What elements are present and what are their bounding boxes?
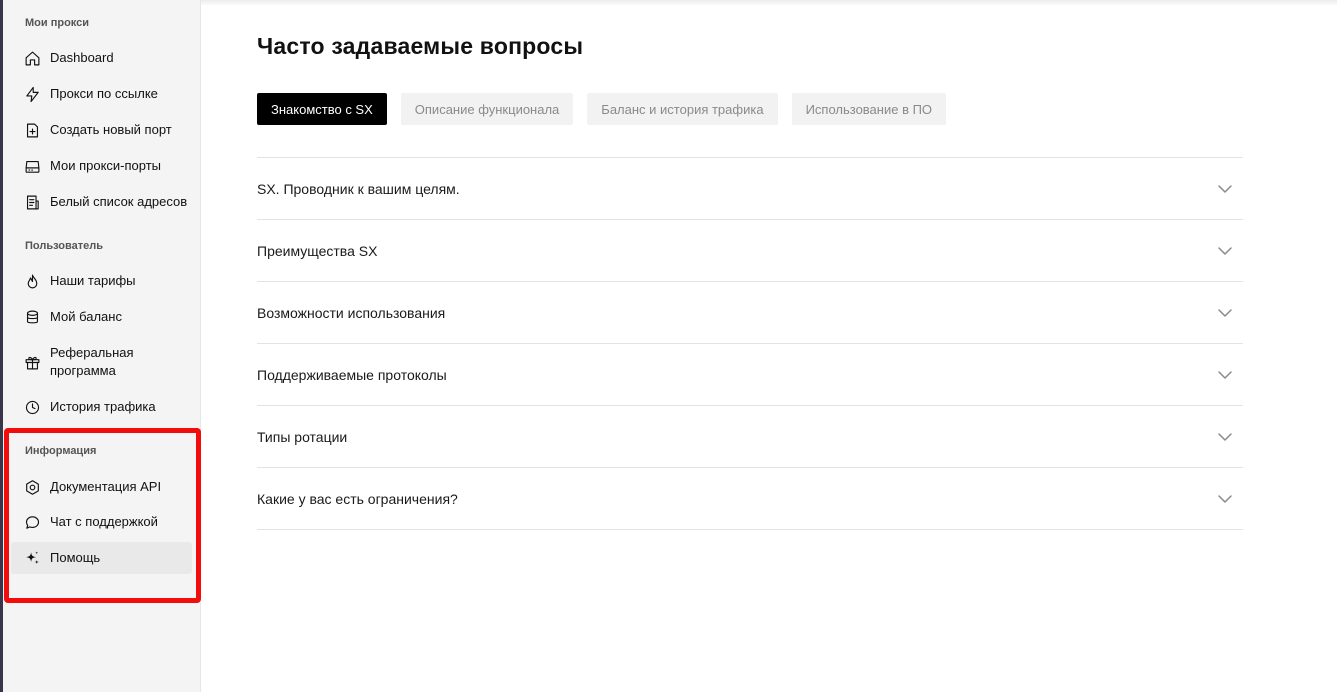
tab-software-usage[interactable]: Использование в ПО	[791, 93, 947, 125]
faq-item[interactable]: Преимущества SX	[257, 220, 1243, 282]
sidebar-item-label: Реферальная программа	[50, 345, 134, 378]
faq-question: Преимущества SX	[257, 242, 378, 259]
main-content: Часто задаваемые вопросы Знакомство с SX…	[201, 0, 1337, 692]
list-icon	[23, 193, 41, 211]
sidebar-item-label: Документация API	[50, 479, 162, 494]
database-icon	[23, 308, 41, 326]
sidebar-item-label: Чат с поддержкой	[50, 514, 158, 529]
chevron-down-icon	[1217, 181, 1233, 197]
server-icon	[23, 157, 41, 175]
tab-balance-history[interactable]: Баланс и история трафика	[587, 93, 778, 125]
faq-tabs: Знакомство с SX Описание функционала Бал…	[257, 93, 947, 125]
faq-item[interactable]: Поддерживаемые протоколы	[257, 344, 1243, 406]
sidebar-item-referral[interactable]: Реферальная программа	[11, 344, 192, 380]
tab-intro[interactable]: Знакомство с SX	[257, 93, 387, 125]
faq-question: SX. Проводник к вашим целям.	[257, 180, 460, 197]
sidebar-item-help[interactable]: Помощь	[11, 542, 192, 574]
faq-question: Типы ротации	[257, 428, 348, 445]
sidebar-item-dashboard[interactable]: Dashboard	[11, 49, 192, 67]
sidebar-item-api-docs[interactable]: Документация API	[11, 478, 192, 496]
add-file-icon	[23, 121, 41, 139]
sidebar-item-balance[interactable]: Мой баланс	[11, 308, 192, 326]
chevron-down-icon	[1217, 491, 1233, 507]
faq-item[interactable]: SX. Проводник к вашим целям.	[257, 158, 1243, 220]
home-icon	[23, 49, 41, 67]
sidebar-item-whitelist[interactable]: Белый список адресов	[11, 193, 192, 211]
chevron-down-icon	[1217, 429, 1233, 445]
sidebar-item-tariffs[interactable]: Наши тарифы	[11, 272, 192, 290]
sidebar-item-label: Прокси по ссылке	[50, 86, 158, 101]
clock-icon	[23, 398, 41, 416]
faq-question: Какие у вас есть ограничения?	[257, 490, 458, 507]
chevron-down-icon	[1217, 367, 1233, 383]
sidebar-item-proxy-by-link[interactable]: Прокси по ссылке	[11, 85, 192, 103]
sparkle-icon	[23, 549, 41, 567]
page-title: Часто задаваемые вопросы	[257, 33, 584, 59]
sidebar: Мои прокси Dashboard Прокси по ссылке Со…	[3, 0, 201, 692]
sidebar-item-label: Мои прокси-порты	[50, 158, 162, 173]
chat-icon	[23, 513, 41, 531]
sidebar-section-info: Информация	[25, 445, 97, 457]
sidebar-item-create-port[interactable]: Создать новый порт	[11, 121, 192, 139]
gift-icon	[23, 353, 41, 371]
sidebar-item-label: Создать новый порт	[50, 122, 172, 137]
gear-icon	[23, 478, 41, 496]
faq-item[interactable]: Какие у вас есть ограничения?	[257, 468, 1243, 530]
header-shadow	[201, 0, 1337, 6]
chevron-down-icon	[1217, 305, 1233, 321]
faq-accordion: SX. Проводник к вашим целям. Преимуществ…	[257, 157, 1243, 530]
sidebar-section-my-proxies: Мои прокси	[25, 17, 90, 29]
sidebar-item-label: Dashboard	[50, 50, 114, 65]
sidebar-item-my-ports[interactable]: Мои прокси-порты	[11, 157, 192, 175]
faq-item[interactable]: Возможности использования	[257, 282, 1243, 344]
sidebar-item-traffic-history[interactable]: История трафика	[11, 398, 192, 416]
faq-item[interactable]: Типы ротации	[257, 406, 1243, 468]
faq-question: Поддерживаемые протоколы	[257, 366, 447, 383]
sidebar-item-label: Помощь	[50, 550, 101, 565]
tab-features[interactable]: Описание функционала	[400, 93, 574, 125]
sidebar-item-label: История трафика	[50, 399, 156, 414]
fire-icon	[23, 272, 41, 290]
sidebar-item-label: Мой баланс	[50, 309, 122, 324]
faq-question: Возможности использования	[257, 304, 446, 321]
sidebar-item-label: Белый список адресов	[50, 194, 188, 209]
chevron-down-icon	[1217, 243, 1233, 259]
sidebar-section-user: Пользователь	[25, 240, 104, 252]
sidebar-item-label: Наши тарифы	[50, 273, 136, 288]
lightning-icon	[23, 85, 41, 103]
sidebar-item-support-chat[interactable]: Чат с поддержкой	[11, 513, 192, 531]
